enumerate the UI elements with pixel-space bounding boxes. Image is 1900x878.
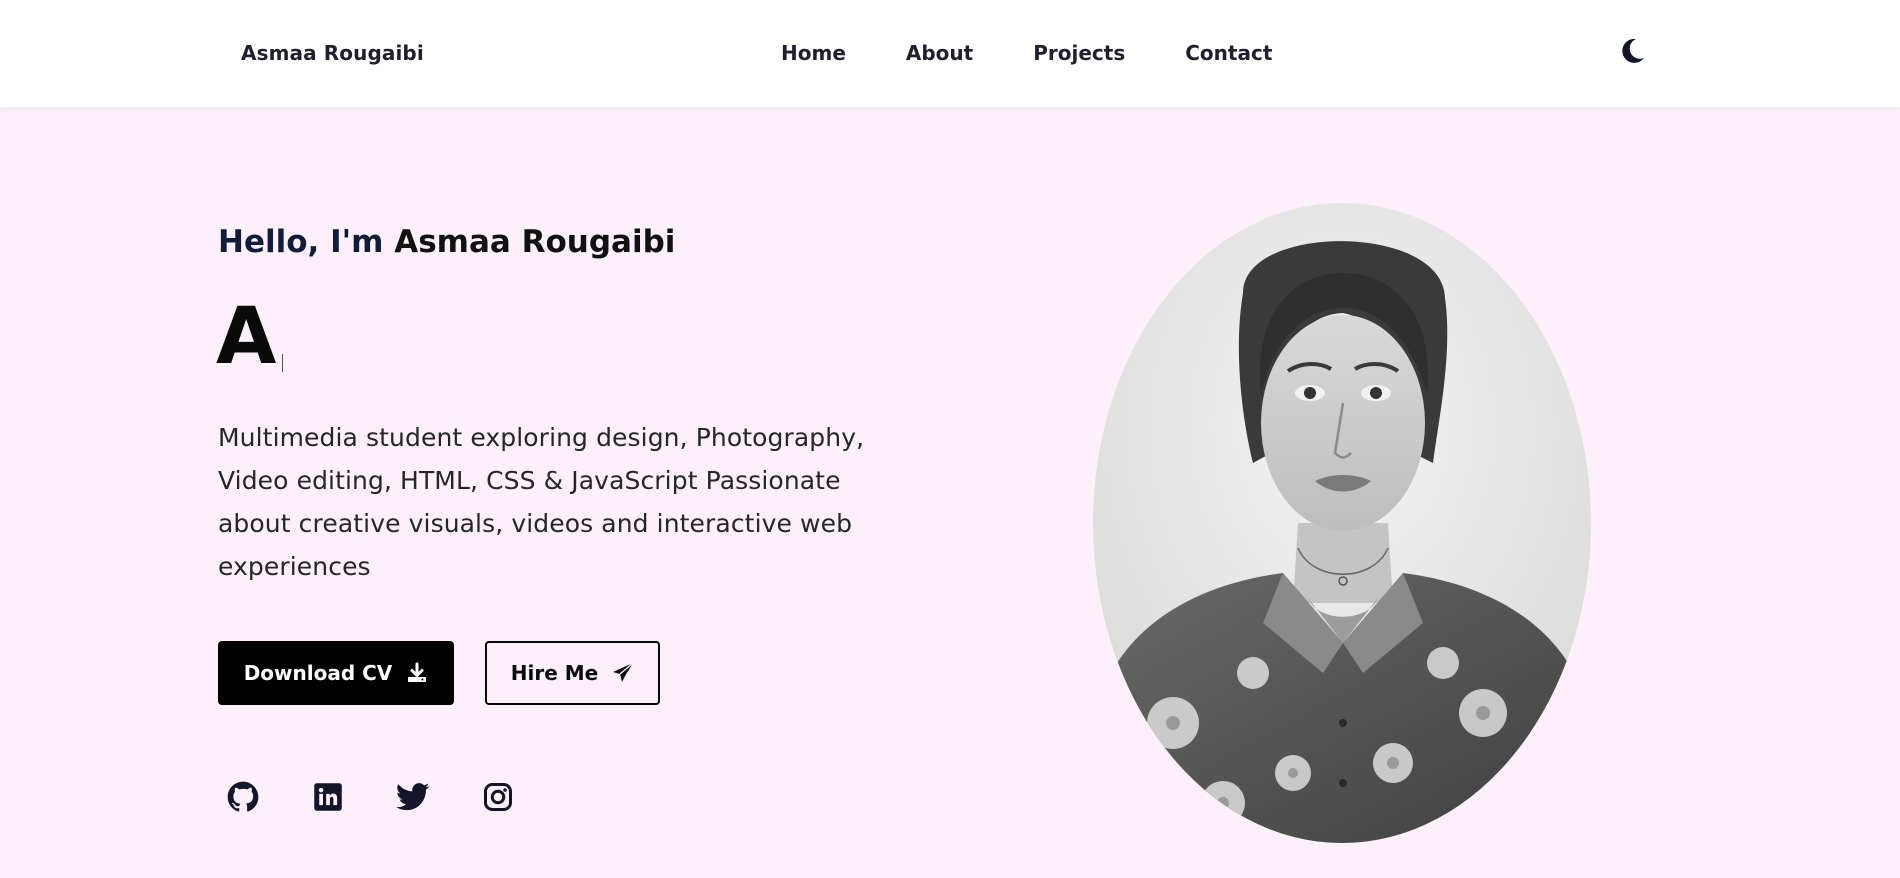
greeting-prefix: Hello, I'm — [218, 224, 384, 260]
profile-portrait — [1093, 203, 1591, 843]
github-icon[interactable] — [226, 780, 260, 814]
main-nav: Home About Projects Contact — [781, 41, 1272, 65]
greeting-name: Asmaa Rougaibi — [394, 224, 676, 260]
nav-home[interactable]: Home — [781, 41, 846, 65]
top-navbar: Asmaa Rougaibi Home About Projects Conta… — [0, 0, 1900, 107]
moon-icon[interactable] — [1617, 36, 1647, 66]
typed-text: A — [216, 292, 277, 382]
nav-projects[interactable]: Projects — [1033, 41, 1125, 65]
hire-me-button[interactable]: Hire Me — [485, 641, 660, 705]
typing-cursor — [282, 354, 284, 372]
paper-plane-icon — [613, 662, 634, 682]
site-logo[interactable]: Asmaa Rougaibi — [241, 41, 424, 65]
download-cv-label: Download CV — [243, 661, 393, 685]
nav-about[interactable]: About — [906, 41, 973, 65]
nav-contact[interactable]: Contact — [1185, 41, 1272, 65]
instagram-icon[interactable] — [481, 780, 515, 814]
twitter-icon[interactable] — [396, 780, 430, 814]
download-cv-button[interactable]: Download CV — [218, 641, 454, 705]
portrait-illustration — [1093, 203, 1591, 843]
download-icon — [408, 662, 427, 682]
hero-greeting: Hello, I'm Asmaa Rougaibi — [218, 224, 675, 260]
linkedin-icon[interactable] — [311, 780, 345, 814]
hero-intro: Multimedia student exploring design, Pho… — [218, 423, 865, 581]
hire-me-label: Hire Me — [510, 661, 599, 685]
social-links — [226, 780, 515, 814]
typed-headline: A — [216, 292, 284, 382]
